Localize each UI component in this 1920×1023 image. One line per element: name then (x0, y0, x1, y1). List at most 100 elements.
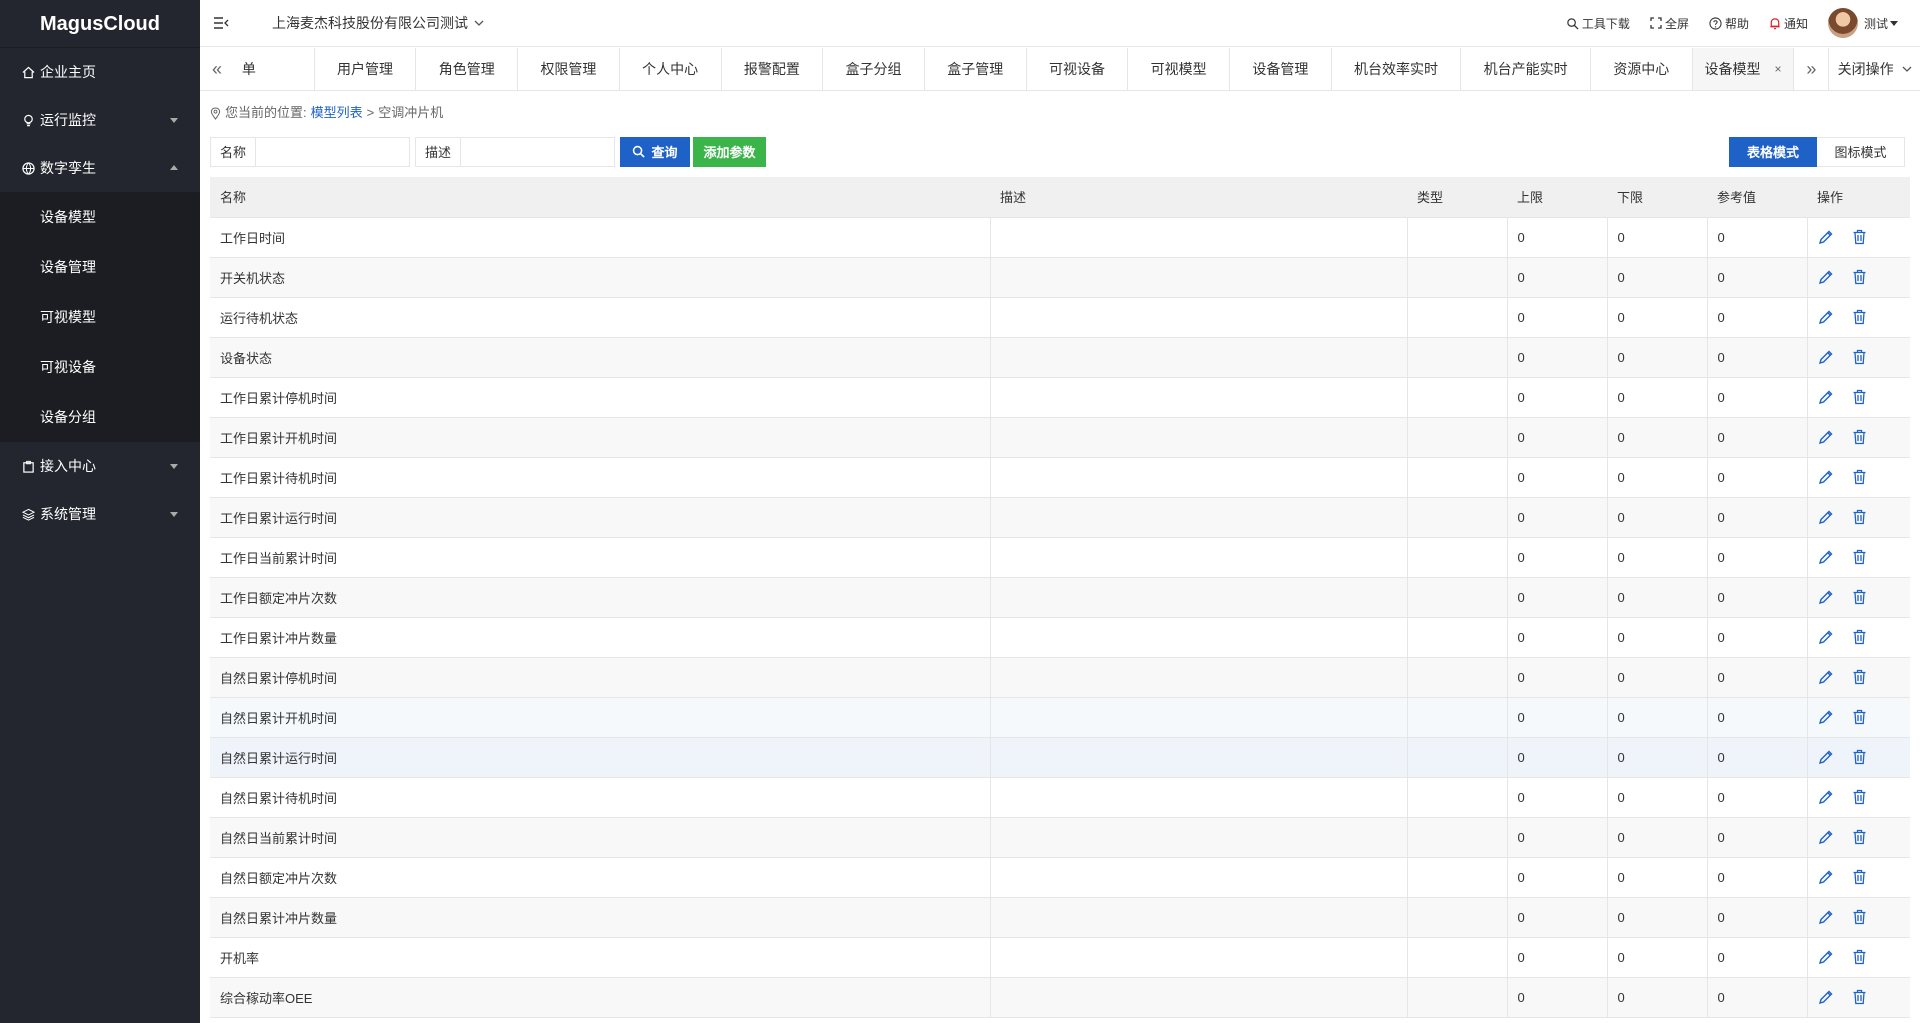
notify-button[interactable]: 通知 (1769, 15, 1808, 32)
edit-icon[interactable] (1818, 629, 1834, 645)
desc-filter-input[interactable] (461, 137, 614, 166)
table-row[interactable]: 工作日时间 0 0 0 (210, 217, 1910, 258)
table-row[interactable]: 综合稼动率OEE 0 0 0 (210, 977, 1910, 1018)
sidebar-item-monitoring[interactable]: 运行监控 (0, 96, 200, 144)
tab-visual-device[interactable]: 可视设备 (1027, 48, 1129, 90)
sidebar-item-access-center[interactable]: 接入中心 (0, 442, 200, 490)
tab-personal-center[interactable]: 个人中心 (620, 48, 722, 90)
edit-icon[interactable] (1818, 949, 1834, 965)
delete-icon[interactable] (1852, 709, 1867, 725)
table-row[interactable]: 自然日累计运行时间 0 0 0 (210, 737, 1910, 778)
delete-icon[interactable] (1852, 629, 1867, 645)
edit-icon[interactable] (1818, 269, 1834, 285)
edit-icon[interactable] (1818, 869, 1834, 885)
delete-icon[interactable] (1852, 429, 1867, 445)
tab-permission-management[interactable]: 权限管理 (518, 48, 620, 90)
avatar[interactable] (1827, 8, 1858, 38)
sidebar-item-system[interactable]: 系统管理 (0, 490, 200, 538)
edit-icon[interactable] (1818, 389, 1834, 405)
edit-icon[interactable] (1818, 749, 1834, 765)
table-row[interactable]: 设备状态 0 0 0 (210, 337, 1910, 378)
table-row[interactable]: 工作日累计冲片数量 0 0 0 (210, 617, 1910, 658)
table-mode-button[interactable]: 表格模式 (1729, 136, 1817, 167)
menu-toggle-icon[interactable] (200, 0, 242, 47)
tab-machine-capacity[interactable]: 机台产能实时 (1461, 48, 1591, 90)
delete-icon[interactable] (1852, 469, 1867, 485)
tab-device-model[interactable]: 设备模型 × (1692, 48, 1795, 90)
sidebar-item-home[interactable]: 企业主页 (0, 48, 200, 96)
help-button[interactable]: 帮助 (1709, 15, 1749, 32)
sidebar-subitem-visual-device[interactable]: 可视设备 (0, 342, 200, 392)
edit-icon[interactable] (1818, 509, 1834, 525)
tab-role-management[interactable]: 角色管理 (416, 48, 519, 90)
sidebar-subitem-device-group[interactable]: 设备分组 (0, 392, 200, 442)
delete-icon[interactable] (1852, 389, 1867, 405)
delete-icon[interactable] (1852, 229, 1867, 245)
delete-icon[interactable] (1852, 789, 1867, 805)
table-row[interactable]: 运行待机状态 0 0 0 (210, 297, 1910, 338)
edit-icon[interactable] (1818, 589, 1834, 605)
delete-icon[interactable] (1852, 749, 1867, 765)
user-menu[interactable]: 测试 (1864, 15, 1898, 32)
close-icon[interactable]: × (1775, 62, 1782, 76)
table-row[interactable]: 工作日累计待机时间 0 0 0 (210, 457, 1910, 498)
table-row[interactable]: 工作日当前累计时间 0 0 0 (210, 537, 1910, 578)
tab-box-group[interactable]: 盒子分组 (823, 48, 925, 90)
icon-mode-button[interactable]: 图标模式 (1817, 136, 1905, 167)
tools-download-button[interactable]: 工具下载 (1566, 15, 1630, 32)
tab-user-management[interactable]: 用户管理 (315, 48, 417, 90)
delete-icon[interactable] (1852, 989, 1867, 1005)
table-row[interactable]: 自然日累计开机时间 0 0 0 (210, 697, 1910, 738)
tab-box-management[interactable]: 盒子管理 (925, 48, 1027, 90)
sidebar-subitem-device-management[interactable]: 设备管理 (0, 242, 200, 292)
table-row[interactable]: 工作日累计停机时间 0 0 0 (210, 377, 1910, 418)
table-row[interactable]: 自然日当前累计时间 0 0 0 (210, 817, 1910, 858)
sidebar-item-digital-twin[interactable]: 数字孪生 (0, 144, 200, 192)
edit-icon[interactable] (1818, 789, 1834, 805)
fullscreen-button[interactable]: 全屏 (1650, 15, 1689, 32)
add-parameter-button[interactable]: 添加参数 (693, 136, 766, 167)
delete-icon[interactable] (1852, 309, 1867, 325)
delete-icon[interactable] (1852, 589, 1867, 605)
delete-icon[interactable] (1852, 269, 1867, 285)
close-operations-dropdown[interactable]: 关闭操作 (1828, 48, 1920, 90)
edit-icon[interactable] (1818, 429, 1834, 445)
table-row[interactable]: 工作日累计运行时间 0 0 0 (210, 497, 1910, 538)
table-row[interactable]: 工作日额定冲片次数 0 0 0 (210, 577, 1910, 618)
tabs-scroll-left-icon[interactable]: « (200, 48, 234, 90)
sidebar-subitem-visual-model[interactable]: 可视模型 (0, 292, 200, 342)
table-row[interactable]: 工作日累计开机时间 0 0 0 (210, 417, 1910, 458)
delete-icon[interactable] (1852, 509, 1867, 525)
edit-icon[interactable] (1818, 709, 1834, 725)
table-row[interactable]: 开关机状态 0 0 0 (210, 257, 1910, 298)
edit-icon[interactable] (1818, 469, 1834, 485)
delete-icon[interactable] (1852, 829, 1867, 845)
tab-menu[interactable]: 单 (234, 48, 315, 90)
delete-icon[interactable] (1852, 349, 1867, 365)
edit-icon[interactable] (1818, 669, 1834, 685)
delete-icon[interactable] (1852, 909, 1867, 925)
tab-device-management[interactable]: 设备管理 (1230, 48, 1332, 90)
edit-icon[interactable] (1818, 829, 1834, 845)
tabs-scroll-right-icon[interactable]: » (1794, 48, 1828, 90)
table-row[interactable]: 自然日累计冲片数量 0 0 0 (210, 897, 1910, 938)
tab-resource-center[interactable]: 资源中心 (1591, 48, 1693, 90)
company-selector[interactable]: 上海麦杰科技股份有限公司测试 (272, 13, 484, 33)
name-filter-input[interactable] (256, 137, 409, 166)
delete-icon[interactable] (1852, 669, 1867, 685)
edit-icon[interactable] (1818, 309, 1834, 325)
delete-icon[interactable] (1852, 949, 1867, 965)
table-row[interactable]: 开机率 0 0 0 (210, 937, 1910, 978)
table-row[interactable]: 自然日累计停机时间 0 0 0 (210, 657, 1910, 698)
delete-icon[interactable] (1852, 869, 1867, 885)
edit-icon[interactable] (1818, 229, 1834, 245)
tab-machine-efficiency[interactable]: 机台效率实时 (1332, 48, 1462, 90)
sidebar-subitem-device-model[interactable]: 设备模型 (0, 192, 200, 242)
edit-icon[interactable] (1818, 909, 1834, 925)
edit-icon[interactable] (1818, 989, 1834, 1005)
breadcrumb-link-model-list[interactable]: 模型列表 (311, 91, 363, 135)
table-row[interactable]: 自然日额定冲片次数 0 0 0 (210, 857, 1910, 898)
delete-icon[interactable] (1852, 549, 1867, 565)
edit-icon[interactable] (1818, 349, 1834, 365)
table-row[interactable]: 自然日累计待机时间 0 0 0 (210, 777, 1910, 818)
